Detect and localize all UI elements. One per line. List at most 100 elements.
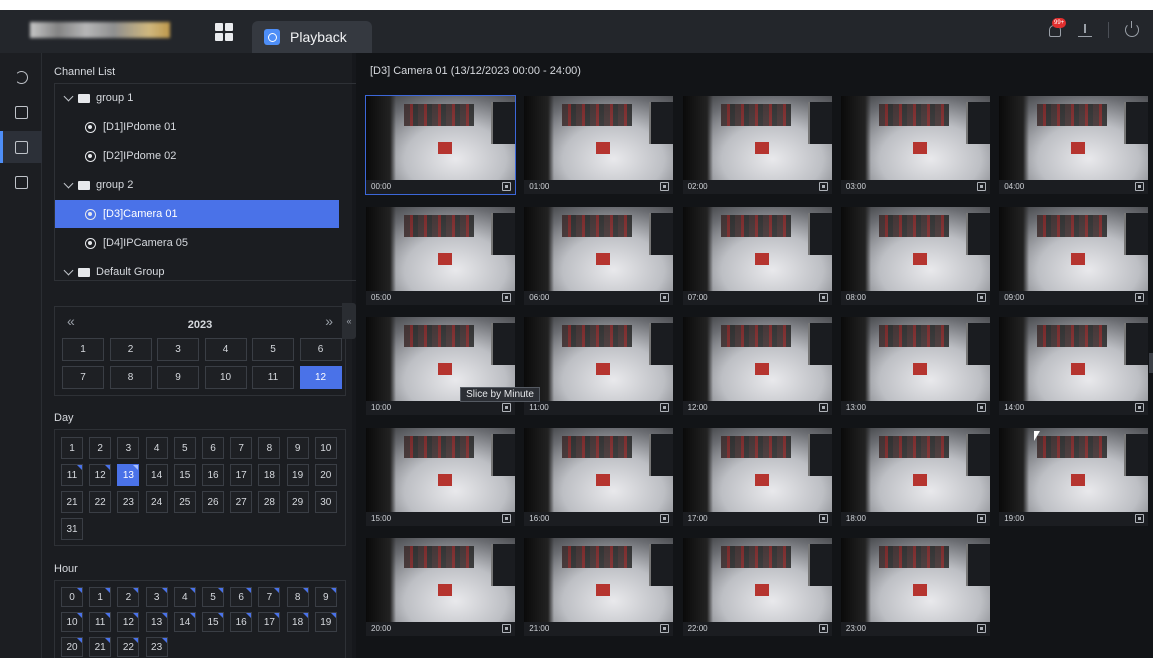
tab-playback[interactable]: Playback (252, 21, 372, 53)
day-cell[interactable]: 27 (230, 491, 253, 513)
hour-thumbnail[interactable]: 04:00 (999, 96, 1149, 194)
day-cell[interactable]: 17 (230, 464, 253, 486)
hour-thumbnail[interactable]: 00:00 (365, 95, 516, 195)
day-cell[interactable]: 14 (145, 464, 168, 486)
slice-by-minute-icon[interactable] (660, 403, 670, 412)
slice-by-minute-icon[interactable] (818, 513, 828, 523)
day-cell[interactable]: 20 (314, 464, 337, 486)
slice-by-minute-icon[interactable] (1135, 292, 1145, 302)
tree-camera[interactable]: [D1]IPdome 01 (55, 113, 339, 141)
slice-by-minute-icon[interactable] (976, 513, 986, 523)
hour-thumbnail[interactable]: 03:00 (840, 96, 990, 194)
hour-cell[interactable]: 22 (117, 637, 140, 657)
month-cell[interactable]: 7 (62, 366, 104, 389)
hour-cell[interactable]: 17 (258, 612, 281, 632)
day-cell[interactable]: 10 (314, 437, 337, 459)
day-cell[interactable]: 16 (202, 464, 224, 486)
hour-thumbnail[interactable]: 02:00 (682, 96, 832, 194)
slice-by-minute-icon[interactable] (818, 403, 828, 412)
tree-camera[interactable]: [D4]IPCamera 05 (55, 229, 339, 257)
hour-cell[interactable]: 4 (173, 587, 196, 607)
rail-item-layout[interactable] (0, 166, 42, 198)
hour-cell[interactable]: 1 (89, 587, 112, 607)
hour-cell[interactable]: 5 (202, 587, 224, 607)
hour-cell[interactable]: 20 (61, 637, 83, 657)
hour-cell[interactable]: 9 (314, 587, 337, 607)
slice-by-minute-icon[interactable] (1135, 403, 1145, 412)
month-cell[interactable]: 4 (204, 338, 247, 361)
grid-icon[interactable] (215, 23, 233, 41)
hour-cell[interactable]: 16 (230, 612, 253, 632)
rail-item-search[interactable] (0, 96, 42, 128)
rail-item-live-view[interactable] (0, 61, 42, 93)
day-cell[interactable]: 23 (117, 491, 140, 513)
month-cell[interactable]: 6 (299, 338, 342, 361)
tree-camera[interactable]: [D3]Camera 01 (55, 200, 339, 228)
download-icon[interactable] (1078, 23, 1092, 37)
tree-group[interactable]: group 2 (55, 171, 339, 199)
hour-cell[interactable]: 14 (173, 612, 196, 632)
day-cell[interactable]: 4 (145, 437, 168, 459)
slice-by-minute-icon[interactable] (1135, 513, 1145, 523)
rail-item-playback[interactable] (0, 131, 42, 163)
day-cell[interactable]: 28 (258, 491, 281, 513)
hour-cell[interactable]: 13 (145, 612, 168, 632)
hour-cell[interactable]: 15 (202, 612, 224, 632)
day-cell[interactable]: 9 (286, 437, 309, 459)
hour-thumbnail[interactable]: 05:00 (366, 206, 515, 305)
hour-cell[interactable]: 19 (314, 612, 337, 632)
day-cell[interactable]: 25 (173, 491, 196, 513)
day-cell[interactable]: 29 (286, 491, 309, 513)
hour-thumbnail[interactable]: 14:00 (999, 317, 1149, 415)
hour-thumbnail[interactable]: 19:00 (999, 427, 1149, 526)
right-expand-handle[interactable] (1149, 353, 1153, 373)
day-cell[interactable]: 3 (117, 437, 140, 459)
slice-by-minute-icon[interactable] (660, 292, 670, 302)
month-cell[interactable]: 12 (299, 366, 342, 389)
alarm-bell-icon[interactable]: 99+ (1046, 18, 1067, 38)
hour-thumbnail[interactable]: 15:00 (366, 427, 515, 526)
day-cell[interactable]: 22 (89, 491, 112, 513)
hour-cell[interactable]: 3 (145, 587, 168, 607)
hour-cell[interactable]: 18 (286, 612, 309, 632)
hour-cell[interactable]: 11 (89, 612, 112, 632)
hour-thumbnail[interactable]: 09:00 (999, 206, 1149, 305)
day-cell[interactable]: 26 (202, 491, 224, 513)
day-cell[interactable]: 7 (230, 437, 253, 459)
hour-thumbnail[interactable]: 11:00 (524, 317, 674, 415)
day-cell[interactable]: 13 (117, 464, 140, 486)
slice-by-minute-icon[interactable] (976, 403, 986, 412)
hour-thumbnail[interactable]: 21:00 (524, 538, 674, 636)
month-cell[interactable]: 9 (157, 366, 199, 389)
slice-by-minute-icon[interactable] (502, 403, 511, 412)
next-year-button[interactable]: » (325, 313, 333, 329)
slice-by-minute-icon[interactable] (502, 513, 511, 523)
day-cell[interactable]: 8 (258, 437, 281, 459)
day-cell[interactable]: 5 (173, 437, 196, 459)
month-cell[interactable]: 2 (109, 338, 152, 361)
slice-by-minute-icon[interactable] (502, 182, 511, 191)
hour-thumbnail[interactable]: 12:00 (682, 317, 832, 415)
day-cell[interactable]: 19 (286, 464, 309, 486)
hour-cell[interactable]: 12 (117, 612, 140, 632)
hour-cell[interactable]: 21 (89, 637, 112, 657)
month-cell[interactable]: 8 (109, 366, 152, 389)
day-cell[interactable]: 12 (89, 464, 112, 486)
hour-thumbnail[interactable]: 01:00 (524, 96, 674, 194)
month-cell[interactable]: 1 (62, 338, 104, 361)
month-cell[interactable]: 3 (157, 338, 199, 361)
slice-by-minute-icon[interactable] (976, 624, 986, 633)
hour-thumbnail[interactable]: 06:00 (524, 206, 674, 305)
month-cell[interactable]: 11 (252, 366, 294, 389)
slice-by-minute-icon[interactable] (818, 624, 828, 633)
slice-by-minute-icon[interactable] (502, 624, 511, 633)
slice-by-minute-icon[interactable] (818, 292, 828, 302)
day-cell[interactable]: 2 (89, 437, 112, 459)
slice-by-minute-icon[interactable] (660, 513, 670, 523)
hour-thumbnail[interactable]: 18:00 (840, 427, 990, 526)
slice-by-minute-icon[interactable] (1135, 182, 1145, 191)
hour-thumbnail[interactable]: 07:00 (682, 206, 832, 305)
day-cell[interactable]: 1 (61, 437, 83, 459)
hour-cell[interactable]: 10 (61, 612, 83, 632)
day-cell[interactable]: 18 (258, 464, 281, 486)
